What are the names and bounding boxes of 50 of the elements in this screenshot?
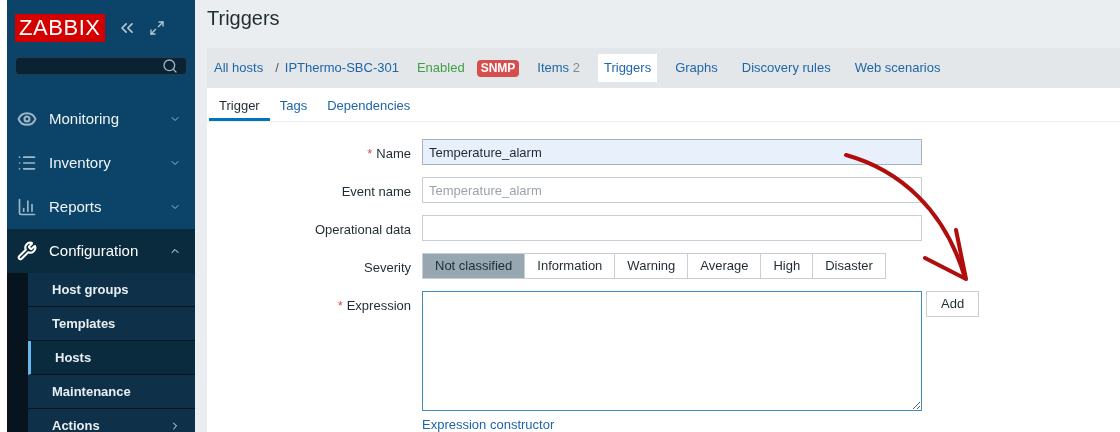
field-label: Operational data (314, 222, 411, 237)
status-text: Enabled (416, 59, 465, 78)
submenu-item[interactable]: Hosts (28, 341, 195, 375)
breadcrumb-separator: / (275, 59, 279, 78)
severity-option[interactable]: Not classified (422, 253, 526, 279)
host-tab[interactable]: Triggers (597, 54, 658, 82)
field-label: Severity (364, 260, 411, 275)
severity-option[interactable]: Disaster (812, 253, 886, 279)
chart-icon (17, 197, 37, 217)
wrench-icon (17, 241, 37, 261)
menu-item[interactable]: Monitoring (7, 97, 195, 141)
submenu-item[interactable]: Host groups (28, 273, 195, 307)
search-icon (162, 58, 178, 74)
required-mark: * (337, 298, 343, 313)
input-field[interactable] (422, 215, 922, 241)
severity-option[interactable]: Warning (614, 253, 689, 279)
list-icon (17, 153, 37, 173)
form-tab[interactable]: Tags (269, 88, 318, 121)
form-tab[interactable]: Dependencies (317, 88, 421, 121)
eye-icon (17, 109, 37, 129)
host-tab[interactable]: Discovery rules (735, 54, 837, 82)
breadcrumb-link[interactable]: All hosts (214, 58, 264, 78)
required-mark: * (367, 146, 373, 161)
page-title: Triggers (207, 6, 281, 31)
snmp-badge: SNMP (476, 59, 520, 77)
severity-option[interactable]: High (760, 253, 814, 279)
menu-item[interactable]: Configuration (7, 229, 195, 273)
input-field[interactable]: Temperature_alarm (422, 139, 922, 165)
host-tab[interactable]: Items 2 (531, 54, 586, 82)
menu-item[interactable]: Reports (7, 185, 195, 229)
form-tab[interactable]: Trigger (209, 88, 270, 121)
add-button[interactable]: Add (926, 291, 980, 317)
breadcrumb-link[interactable]: IPThermo-SBC-301 (284, 58, 399, 78)
submenu-item[interactable]: Actions (28, 409, 195, 432)
expression-field[interactable] (422, 291, 922, 411)
menu-item[interactable]: Inventory (7, 141, 195, 185)
field-label: Event name (341, 184, 411, 199)
logo: ZABBIX (15, 14, 105, 42)
expand-icon[interactable] (148, 20, 165, 36)
submenu-item[interactable]: Templates (28, 307, 195, 341)
submenu-item[interactable]: Maintenance (28, 375, 195, 409)
expression-constructor-link[interactable]: Expression constructor (422, 415, 555, 432)
field-label: Expression (346, 298, 411, 313)
host-tab[interactable]: Graphs (669, 54, 724, 82)
severity-option[interactable]: Information (524, 253, 616, 279)
field-label: Name (376, 146, 411, 161)
search-field[interactable] (15, 57, 187, 75)
severity-option[interactable]: Average (687, 253, 762, 279)
input-field[interactable]: Temperature_alarm (422, 177, 922, 203)
host-tab[interactable]: Web scenarios (848, 54, 947, 82)
